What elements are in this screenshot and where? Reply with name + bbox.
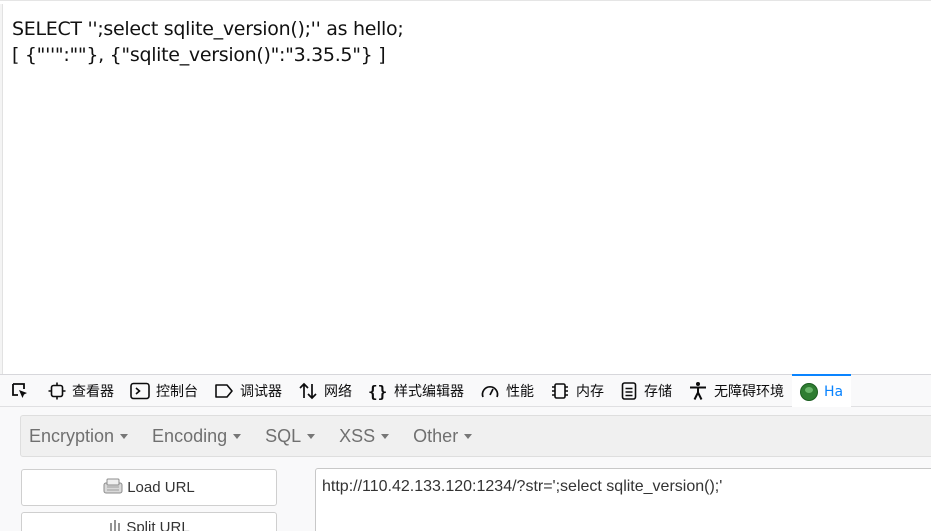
chevron-down-icon bbox=[307, 433, 316, 439]
console-icon bbox=[130, 382, 150, 399]
chevron-down-icon bbox=[233, 433, 242, 439]
devtools-panel: 查看器 控制台 调试器 网络 {} 样式编辑器 性能 内存 存储 无障碍环境 H… bbox=[0, 374, 931, 531]
tab-hackbar[interactable]: Ha bbox=[792, 374, 852, 407]
svg-text:{}: {} bbox=[368, 382, 387, 400]
element-picker-button[interactable] bbox=[0, 375, 40, 407]
encoding-menu-label: Encoding bbox=[152, 425, 228, 446]
other-menu[interactable]: Other bbox=[413, 425, 473, 447]
accessibility-icon bbox=[690, 381, 706, 400]
url-input[interactable]: http://110.42.133.120:1234/?str=';select… bbox=[315, 468, 931, 531]
tab-style-editor[interactable]: {} 样式编辑器 bbox=[360, 375, 472, 407]
encryption-menu[interactable]: Encryption bbox=[29, 425, 129, 447]
sql-menu[interactable]: SQL bbox=[265, 425, 316, 447]
page-content: SELECT '';select sqlite_version();'' as … bbox=[12, 16, 404, 68]
storage-icon bbox=[621, 381, 637, 400]
inspector-icon bbox=[48, 382, 66, 399]
tab-storage-label: 存储 bbox=[644, 383, 672, 400]
tab-memory[interactable]: 内存 bbox=[542, 375, 612, 407]
xss-menu-label: XSS bbox=[339, 425, 376, 446]
network-icon bbox=[299, 382, 317, 399]
chevron-down-icon bbox=[120, 433, 129, 439]
page-left-edge bbox=[0, 4, 3, 374]
chevron-down-icon bbox=[464, 433, 473, 439]
tab-debugger-label: 调试器 bbox=[240, 383, 282, 400]
load-url-label: Load URL bbox=[127, 479, 195, 496]
tab-performance[interactable]: 性能 bbox=[472, 375, 542, 407]
query-result: [ {"''":""}, {"sqlite_version()":"3.35.5… bbox=[12, 44, 386, 66]
split-url-icon bbox=[108, 519, 122, 531]
hackbar-menu: Encryption Encoding SQL XSS Other bbox=[20, 415, 931, 457]
memory-icon bbox=[552, 382, 568, 399]
tab-network[interactable]: 网络 bbox=[290, 375, 360, 407]
tab-style-editor-label: 样式编辑器 bbox=[394, 383, 464, 400]
tab-hackbar-label: Ha bbox=[824, 383, 844, 400]
tab-inspector[interactable]: 查看器 bbox=[40, 375, 122, 407]
page-top-border bbox=[0, 0, 931, 4]
tab-storage[interactable]: 存储 bbox=[612, 375, 680, 407]
encryption-menu-label: Encryption bbox=[29, 425, 115, 446]
split-url-label: Split URL bbox=[126, 519, 190, 531]
xss-menu[interactable]: XSS bbox=[339, 425, 390, 447]
tab-console-label: 控制台 bbox=[156, 383, 198, 400]
debugger-icon bbox=[215, 383, 233, 398]
devtools-toolbar: 查看器 控制台 调试器 网络 {} 样式编辑器 性能 内存 存储 无障碍环境 H… bbox=[0, 374, 931, 407]
hackbar-icon bbox=[800, 382, 818, 401]
tab-debugger[interactable]: 调试器 bbox=[206, 375, 290, 407]
split-url-button[interactable]: Split URL bbox=[21, 512, 277, 531]
style-editor-icon: {} bbox=[368, 382, 387, 400]
tab-network-label: 网络 bbox=[324, 383, 352, 400]
tab-memory-label: 内存 bbox=[576, 383, 604, 400]
tab-accessibility[interactable]: 无障碍环境 bbox=[680, 375, 792, 407]
element-picker-icon bbox=[12, 382, 27, 398]
chevron-down-icon bbox=[381, 433, 390, 439]
tab-console[interactable]: 控制台 bbox=[122, 375, 206, 407]
load-url-button[interactable]: Load URL bbox=[21, 469, 277, 506]
tab-accessibility-label: 无障碍环境 bbox=[714, 383, 784, 400]
tab-performance-label: 性能 bbox=[506, 383, 534, 400]
encoding-menu[interactable]: Encoding bbox=[152, 425, 242, 447]
query-text: SELECT '';select sqlite_version();'' as … bbox=[12, 18, 404, 40]
load-url-icon bbox=[103, 478, 123, 498]
tab-inspector-label: 查看器 bbox=[72, 383, 114, 400]
sql-menu-label: SQL bbox=[265, 425, 302, 446]
other-menu-label: Other bbox=[413, 425, 459, 446]
performance-icon bbox=[481, 385, 499, 397]
